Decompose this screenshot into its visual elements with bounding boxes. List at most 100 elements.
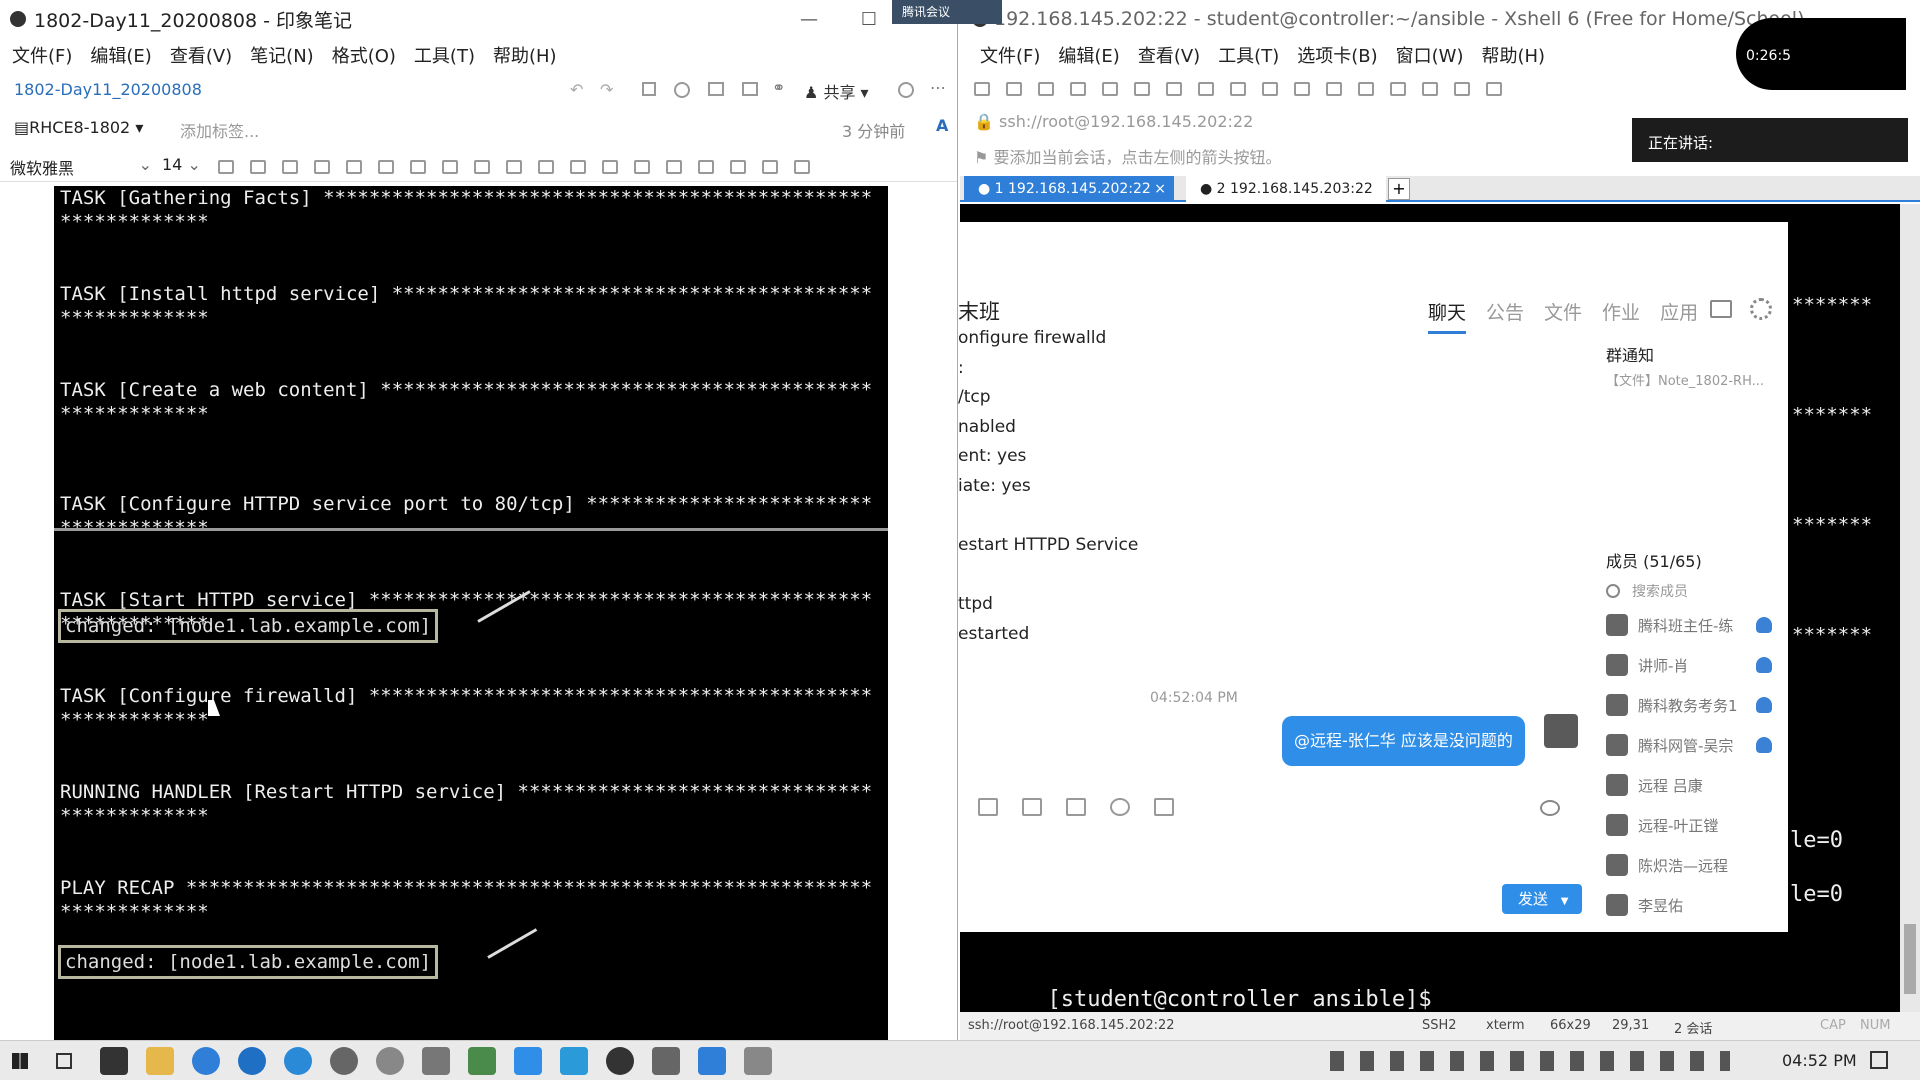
member-item[interactable]: 远程-叶正镗 — [1606, 810, 1786, 840]
compose-icon[interactable] — [1422, 82, 1438, 96]
member-item[interactable]: 陈炽浩—远程 — [1606, 850, 1786, 880]
image-icon[interactable] — [978, 798, 998, 816]
tab-2[interactable]: 公告 — [1486, 298, 1524, 334]
session-tab-2[interactable]: ● 2 192.168.145.203:22 — [1186, 176, 1386, 202]
send-button[interactable]: 发送 ▼ — [1502, 884, 1582, 914]
folder-icon[interactable] — [1022, 798, 1042, 816]
bold-icon[interactable] — [250, 160, 266, 174]
connect-icon[interactable] — [1038, 82, 1054, 96]
font-icon[interactable] — [1230, 82, 1246, 96]
add-tab-button[interactable]: + — [1388, 178, 1410, 200]
tab-4[interactable]: 作业 — [1602, 298, 1640, 334]
font-family-select[interactable]: 微软雅黑 ⌄ — [10, 155, 154, 179]
code-icon[interactable] — [410, 160, 426, 174]
tab-1[interactable]: 聊天 — [1428, 298, 1467, 334]
tab-3[interactable]: 文件 — [1544, 298, 1582, 334]
taskbar-clock[interactable]: 04:52 PM — [1782, 1051, 1857, 1070]
menu-item[interactable]: 编辑(E) — [1058, 42, 1119, 68]
redo-icon[interactable]: ↷ — [600, 80, 613, 99]
screen-share-icon[interactable] — [1710, 300, 1732, 318]
app-icon[interactable] — [744, 1047, 772, 1075]
minimize-button[interactable]: — — [786, 0, 832, 38]
menu-item[interactable]: 查看(V) — [1138, 42, 1200, 68]
history-icon[interactable] — [1540, 800, 1560, 816]
member-item[interactable]: 腾科教务考务1 — [1606, 690, 1786, 720]
font-format-icon[interactable]: A — [936, 116, 948, 135]
tab-5[interactable]: 应用 — [1660, 298, 1698, 334]
menu-item[interactable]: 帮助(H) — [1481, 42, 1545, 68]
underline-icon[interactable] — [314, 160, 330, 174]
print-icon[interactable] — [708, 82, 724, 96]
app-icon[interactable] — [422, 1047, 450, 1075]
notification-icon[interactable] — [1870, 1051, 1888, 1069]
pen-icon[interactable] — [1390, 82, 1406, 96]
app-icon[interactable] — [560, 1047, 588, 1075]
member-search[interactable]: 搜索成员 — [1606, 578, 1688, 604]
strikethrough-icon[interactable] — [346, 160, 362, 174]
italic-icon[interactable] — [282, 160, 298, 174]
font-size-select[interactable]: 14 ⌄ — [162, 155, 202, 174]
menu-item[interactable]: 编辑(E) — [90, 42, 151, 68]
link-icon[interactable] — [698, 160, 714, 174]
menu-item[interactable]: 笔记(N) — [250, 42, 314, 68]
attachment-icon[interactable] — [730, 160, 746, 174]
menu-item[interactable]: 帮助(H) — [493, 42, 557, 68]
align-icon[interactable] — [538, 160, 554, 174]
open-folder-icon[interactable] — [1006, 82, 1022, 96]
member-item[interactable]: 讲师-肖 — [1606, 650, 1786, 680]
highlight-icon[interactable] — [378, 160, 394, 174]
app-icon[interactable] — [284, 1047, 312, 1075]
share-button[interactable]: ♟ 共享 ▾ — [804, 79, 869, 103]
member-item[interactable]: 腾科网管-吴宗 — [1606, 730, 1786, 760]
transfer-icon[interactable] — [1166, 82, 1182, 96]
session-tab-1[interactable]: ● 1 192.168.145.202:22 × — [964, 176, 1174, 202]
presentation-icon[interactable] — [742, 82, 758, 96]
member-item[interactable]: 腾科班主任-练 — [1606, 610, 1786, 640]
app-icon[interactable] — [100, 1047, 128, 1075]
scrollbar-thumb[interactable] — [1904, 924, 1916, 994]
properties-icon[interactable] — [1102, 82, 1118, 96]
screenshot-icon[interactable] — [1154, 798, 1174, 816]
checkbox-icon[interactable] — [506, 160, 522, 174]
browser-icon[interactable] — [192, 1047, 220, 1075]
notebook-selector[interactable]: ▤RHCE8-1802 ▾ — [14, 118, 143, 137]
refresh-icon[interactable] — [1486, 82, 1502, 96]
task-view-icon[interactable] — [56, 1053, 72, 1069]
meeting-timer-panel[interactable]: 0:26:5 — [1736, 18, 1906, 90]
app-icon[interactable] — [468, 1047, 496, 1075]
menu-item[interactable]: 格式(O) — [332, 42, 396, 68]
files-icon[interactable] — [1066, 798, 1086, 816]
settings-gear-icon[interactable] — [1750, 298, 1772, 320]
scrollbar[interactable] — [1900, 204, 1920, 1012]
disconnect-icon[interactable] — [1070, 82, 1086, 96]
address-input[interactable]: ssh://root@192.168.145.202:22 — [999, 112, 1253, 131]
menu-item[interactable]: 工具(T) — [414, 42, 475, 68]
member-item[interactable]: 远程 吕康 — [1606, 770, 1786, 800]
edge-icon[interactable] — [238, 1047, 266, 1075]
encrypt-icon[interactable] — [794, 160, 810, 174]
maximize-button[interactable]: ☐ — [846, 0, 892, 38]
app-icon[interactable] — [652, 1047, 680, 1075]
present-icon[interactable] — [642, 82, 656, 96]
undo-icon[interactable]: ↶ — [570, 80, 583, 99]
menu-item[interactable]: 查看(V) — [170, 42, 232, 68]
table-icon[interactable] — [634, 160, 650, 174]
tab-layout-icon[interactable] — [1454, 82, 1470, 96]
divider-icon[interactable] — [666, 160, 682, 174]
indent-icon[interactable] — [570, 160, 586, 174]
phone-icon[interactable] — [1110, 798, 1130, 816]
tray-icons[interactable] — [1330, 1051, 1730, 1071]
info-icon[interactable] — [898, 82, 914, 98]
file-explorer-icon[interactable] — [146, 1047, 174, 1075]
app-icon[interactable] — [698, 1047, 726, 1075]
note-title[interactable]: 1802-Day11_20200808 — [14, 80, 202, 99]
menu-item[interactable]: 文件(F) — [12, 42, 72, 68]
find-icon[interactable] — [1134, 82, 1150, 96]
lock-icon[interactable] — [1326, 82, 1342, 96]
windows-start-icon[interactable] — [12, 1053, 28, 1069]
menu-item[interactable]: 文件(F) — [980, 42, 1040, 68]
script-icon[interactable] — [1262, 82, 1278, 96]
fullscreen-icon[interactable] — [1294, 82, 1310, 96]
menu-item[interactable]: 窗口(W) — [1396, 42, 1464, 68]
add-tag-input[interactable]: 添加标签... — [180, 118, 259, 142]
